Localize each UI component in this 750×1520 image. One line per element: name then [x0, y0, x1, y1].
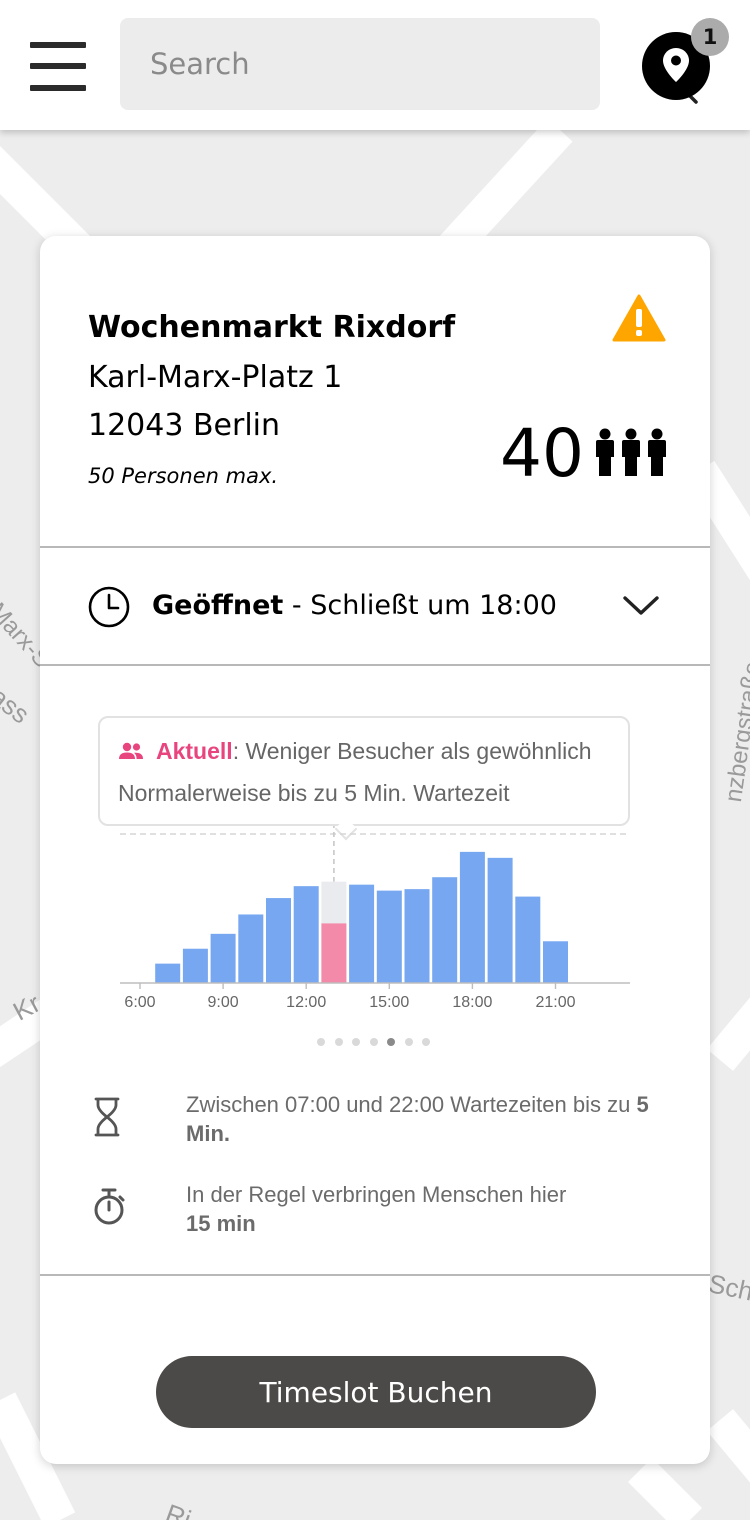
chart-tick-label: 12:00: [286, 994, 326, 1011]
location-count-badge: 1: [691, 18, 729, 56]
popular-times-chart[interactable]: 6:00 9:00 12:00 15:00 18:00 21:00: [40, 826, 710, 1026]
search-input[interactable]: [120, 18, 520, 110]
chart-bar: [266, 898, 291, 983]
chart-bar: [404, 889, 430, 983]
map-pin-icon: [663, 48, 689, 82]
max-capacity: 50 Personen max.: [88, 464, 279, 488]
current-visitor-count: 40: [500, 415, 584, 492]
stopwatch-icon: [94, 1188, 125, 1225]
opening-hours-row[interactable]: Geöffnet - Schließt um 18:00: [40, 548, 710, 666]
hourglass-icon: [94, 1097, 120, 1137]
chart-tick-label: 9:00: [208, 994, 239, 1011]
chart-bar: [432, 877, 458, 983]
chart-bar: [293, 886, 319, 983]
chart-bar-current: [321, 923, 347, 983]
group-icon: [119, 742, 143, 759]
menu-icon: [30, 42, 86, 48]
pagination-dot[interactable]: [317, 1038, 325, 1046]
chevron-down-icon[interactable]: [622, 594, 660, 618]
pagination-dot[interactable]: [352, 1038, 360, 1046]
top-bar: 1: [0, 0, 750, 130]
chart-bar: [210, 933, 236, 983]
divider: [40, 664, 710, 666]
pagination-dot[interactable]: [422, 1038, 430, 1046]
tooltip-subtext: Normalerweise bis zu 5 Min. Wartezeit: [118, 780, 510, 806]
wait-text: Zwischen 07:00 und 22:00 Wartezeiten bis…: [186, 1092, 637, 1117]
clock-icon: [88, 586, 130, 628]
chart-bar: [543, 941, 568, 983]
tooltip-label: Aktuell: [156, 738, 233, 764]
pagination-dot[interactable]: [387, 1038, 395, 1046]
chart-bar: [182, 948, 208, 983]
chart-tick-label: 18:00: [452, 994, 492, 1011]
chart-bar: [349, 884, 375, 983]
chart-tick-label: 21:00: [535, 994, 575, 1011]
chart-bar: [515, 896, 541, 983]
chart-bar: [376, 890, 402, 983]
chart-tick-label: 15:00: [369, 994, 409, 1011]
people-icon: [596, 428, 666, 476]
closing-time: - Schließt um 18:00: [283, 590, 557, 621]
venue-card: Wochenmarkt Rixdorf Karl-Marx-Platz 1 12…: [40, 236, 710, 1464]
chart-tick-label: 6:00: [124, 994, 155, 1011]
stay-time-info: In der Regel verbringen Menschen hier 15…: [186, 1180, 666, 1238]
pagination-dot[interactable]: [334, 1038, 343, 1046]
tooltip-text: : Weniger Besucher als gewöhnlich: [232, 738, 592, 764]
chart-bar: [155, 963, 181, 983]
chart-bar: [487, 857, 513, 983]
pagination-dot[interactable]: [369, 1038, 378, 1046]
divider: [40, 1274, 710, 1276]
current-crowd-tooltip: Aktuell: Weniger Besucher als gewöhnlich…: [98, 716, 630, 826]
pagination-dot[interactable]: [404, 1038, 413, 1046]
chart-bar: [459, 851, 485, 983]
menu-button[interactable]: [30, 42, 86, 92]
open-status: Geöffnet: [152, 590, 284, 621]
book-timeslot-button[interactable]: Timeslot Buchen: [156, 1356, 596, 1428]
stay-text: In der Regel verbringen Menschen hier: [186, 1182, 567, 1207]
venue-street: Karl-Marx-Platz 1: [88, 360, 343, 395]
chart-bar: [238, 914, 264, 983]
chart-pagination[interactable]: [317, 1031, 440, 1046]
stay-value: 15 min: [186, 1211, 256, 1236]
venue-name: Wochenmarkt Rixdorf: [88, 310, 456, 345]
venue-city: 12043 Berlin: [88, 408, 281, 443]
warning-icon[interactable]: [612, 294, 666, 342]
search-bar[interactable]: [120, 18, 698, 110]
wait-time-info: Zwischen 07:00 und 22:00 Wartezeiten bis…: [186, 1090, 666, 1148]
